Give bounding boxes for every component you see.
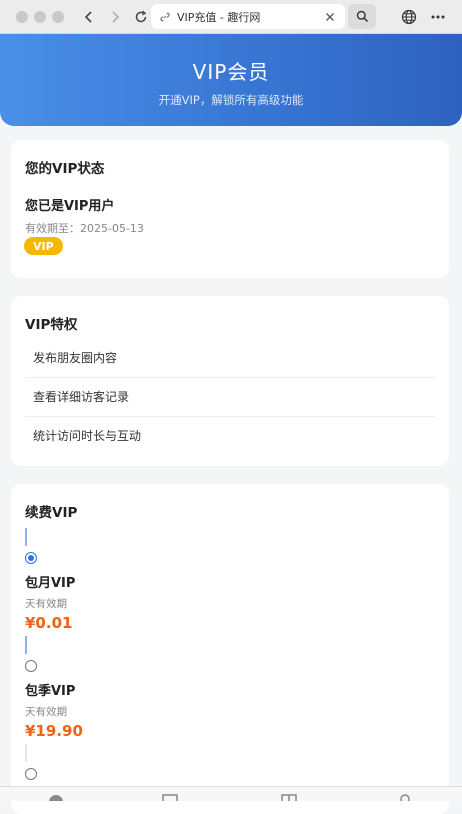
close-icon (326, 12, 334, 21)
renew-card-title: 续费VIP (25, 505, 78, 521)
plan-radio-quarterly[interactable] (25, 660, 37, 672)
close-tab-button[interactable] (323, 10, 337, 24)
plan-radio-3[interactable] (25, 768, 37, 780)
reload-button[interactable] (130, 6, 152, 28)
plan-name: 包季VIP (25, 684, 76, 699)
search-icon (356, 10, 368, 23)
plan-description: 天有效期 (25, 706, 67, 718)
privileges-list: 发布朋友圈内容 查看详细访客记录 统计访问时长与互动 (25, 339, 435, 455)
plan-name: 包月VIP (25, 576, 76, 591)
vip-privileges-card: VIP特权 发布朋友圈内容 查看详细访客记录 统计访问时长与互动 (11, 296, 449, 466)
window-close-button[interactable] (16, 10, 28, 23)
plan-accent-bar (25, 636, 27, 654)
window-zoom-button[interactable] (52, 10, 64, 23)
more-button[interactable] (428, 7, 448, 27)
search-button[interactable] (348, 4, 376, 29)
plan-radio-monthly[interactable] (25, 552, 37, 564)
address-bar[interactable]: VIP充值 - 趣行网 (151, 4, 345, 29)
plan-accent-bar (25, 744, 27, 762)
privilege-item: 查看详细访客记录 (25, 378, 435, 417)
vip-renew-card: 续费VIP 包月VIP 天有效期 ¥0.01 包季VIP 天有效期 ¥19.90 (11, 484, 449, 814)
forward-icon (112, 10, 120, 23)
bottom-navigation (0, 786, 462, 801)
window-minimize-button[interactable] (34, 10, 46, 23)
status-card-title: 您的VIP状态 (25, 161, 105, 177)
reload-icon (135, 10, 147, 22)
privilege-item: 统计访问时长与互动 (33, 429, 142, 443)
more-icon (431, 15, 445, 19)
plan-description: 天有效期 (25, 598, 67, 610)
vip-status-card: 您的VIP状态 您已是VIP用户 有效期至：2025-05-13 VIP (11, 140, 449, 278)
privileges-card-title: VIP特权 (25, 317, 78, 333)
window-controls (16, 10, 64, 23)
page-title: VIP会员 (192, 60, 270, 84)
globe-icon (401, 9, 417, 25)
vip-user-status: 您已是VIP用户 (25, 199, 115, 214)
link-icon (160, 12, 170, 21)
page-subtitle: 开通VIP，解锁所有高级功能 (158, 93, 304, 107)
privilege-item: 发布朋友圈内容 (25, 339, 435, 378)
plan-price: ¥0.01 (25, 614, 73, 632)
globe-button[interactable] (399, 7, 419, 27)
tab-title: VIP充值 - 趣行网 (177, 10, 261, 24)
forward-button[interactable] (104, 6, 126, 28)
back-button[interactable] (78, 6, 100, 28)
plan-price: ¥19.90 (25, 722, 83, 740)
vip-expiry-date: 有效期至：2025-05-13 (25, 222, 144, 235)
back-icon (84, 10, 92, 23)
plan-accent-bar (25, 528, 27, 546)
vip-header: VIP会员 开通VIP，解锁所有高级功能 (0, 34, 462, 126)
vip-badge: VIP (24, 237, 63, 255)
